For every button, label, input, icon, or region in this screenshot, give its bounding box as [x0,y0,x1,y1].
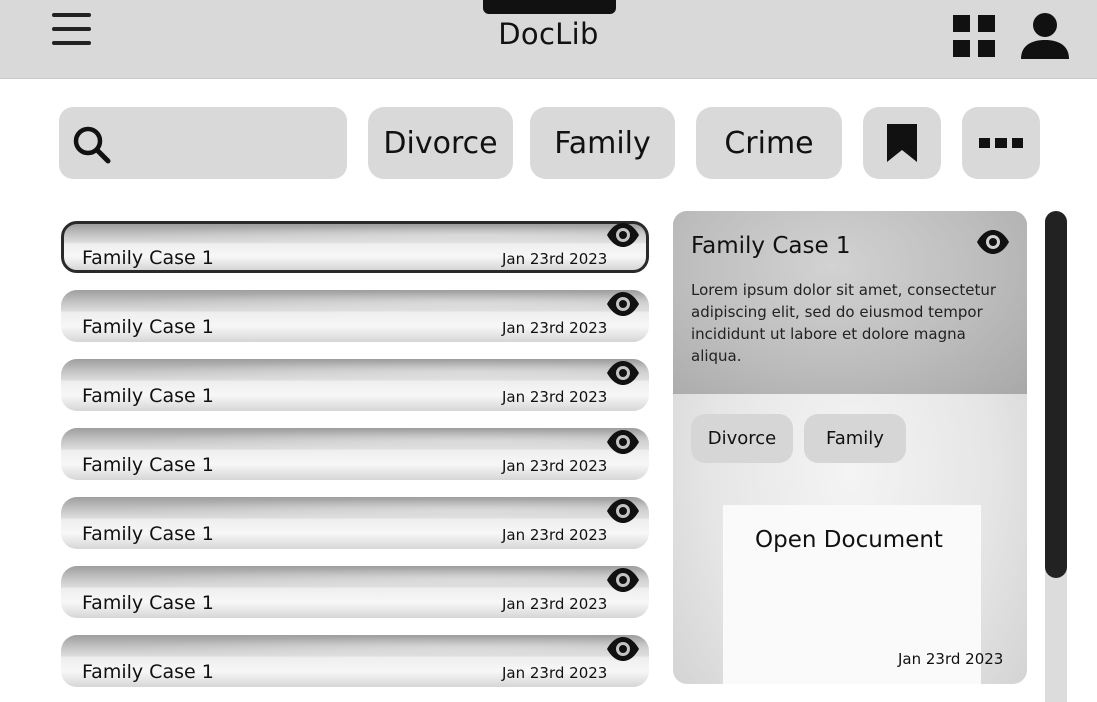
document-date: Jan 23rd 2023 [502,250,608,268]
document-list-item[interactable]: Family Case 1 Jan 23rd 2023 [61,635,649,687]
eye-icon[interactable] [976,229,1010,259]
filter-chip-family[interactable]: Family [530,107,675,179]
hamburger-menu-icon[interactable] [52,13,92,47]
open-document-label: Open Document [755,527,943,553]
document-date: Jan 23rd 2023 [502,388,608,406]
document-list-item[interactable]: Family Case 1 Jan 23rd 2023 [61,290,649,342]
document-list-item[interactable]: Family Case 1 Jan 23rd 2023 [61,566,649,618]
camera-notch [483,0,616,14]
detail-title: Family Case 1 [691,233,851,259]
document-title: Family Case 1 [82,316,214,338]
filter-chip-crime[interactable]: Crime [696,107,842,179]
bookmark-icon [887,124,917,162]
filter-chip-divorce[interactable]: Divorce [368,107,513,179]
eye-icon[interactable] [606,360,640,390]
document-date: Jan 23rd 2023 [502,664,608,682]
search-input[interactable] [119,125,329,161]
document-list-item[interactable]: Family Case 1 Jan 23rd 2023 [61,221,649,273]
scrollbar-thumb[interactable] [1045,211,1067,578]
document-date: Jan 23rd 2023 [502,319,608,337]
detail-tag-family[interactable]: Family [804,414,906,463]
grid-view-icon[interactable] [953,15,996,58]
eye-icon[interactable] [606,291,640,321]
detail-date: Jan 23rd 2023 [898,650,1004,668]
search-box[interactable] [59,107,347,179]
document-title: Family Case 1 [82,385,214,407]
app-title: DocLib [498,17,599,51]
eye-icon[interactable] [606,567,640,597]
bookmark-filter-button[interactable] [863,107,941,179]
document-date: Jan 23rd 2023 [502,595,608,613]
eye-icon[interactable] [606,498,640,528]
document-title: Family Case 1 [82,523,214,545]
detail-description: Lorem ipsum dolor sit amet, consectetur … [691,281,997,365]
more-options-button[interactable] [962,107,1040,179]
more-icon [979,138,1023,148]
detail-header: Family Case 1 Lorem ipsum dolor sit amet… [673,211,1027,394]
document-date: Jan 23rd 2023 [502,457,608,475]
document-title: Family Case 1 [82,454,214,476]
user-icon[interactable] [1020,12,1070,59]
document-list-item[interactable]: Family Case 1 Jan 23rd 2023 [61,359,649,411]
app-root: DocLib Divorce Family Crime Family Case … [0,0,1097,702]
eye-icon[interactable] [606,636,640,666]
document-list-item[interactable]: Family Case 1 Jan 23rd 2023 [61,428,649,480]
top-app-bar: DocLib [0,0,1097,79]
document-detail-panel: Family Case 1 Lorem ipsum dolor sit amet… [673,211,1027,684]
document-list-item[interactable]: Family Case 1 Jan 23rd 2023 [61,497,649,549]
document-title: Family Case 1 [82,661,214,683]
eye-icon[interactable] [606,429,640,459]
document-title: Family Case 1 [82,592,214,614]
document-title: Family Case 1 [82,247,214,269]
search-icon [73,126,111,164]
document-date: Jan 23rd 2023 [502,526,608,544]
detail-tag-divorce[interactable]: Divorce [691,414,793,463]
eye-icon[interactable] [606,222,640,252]
